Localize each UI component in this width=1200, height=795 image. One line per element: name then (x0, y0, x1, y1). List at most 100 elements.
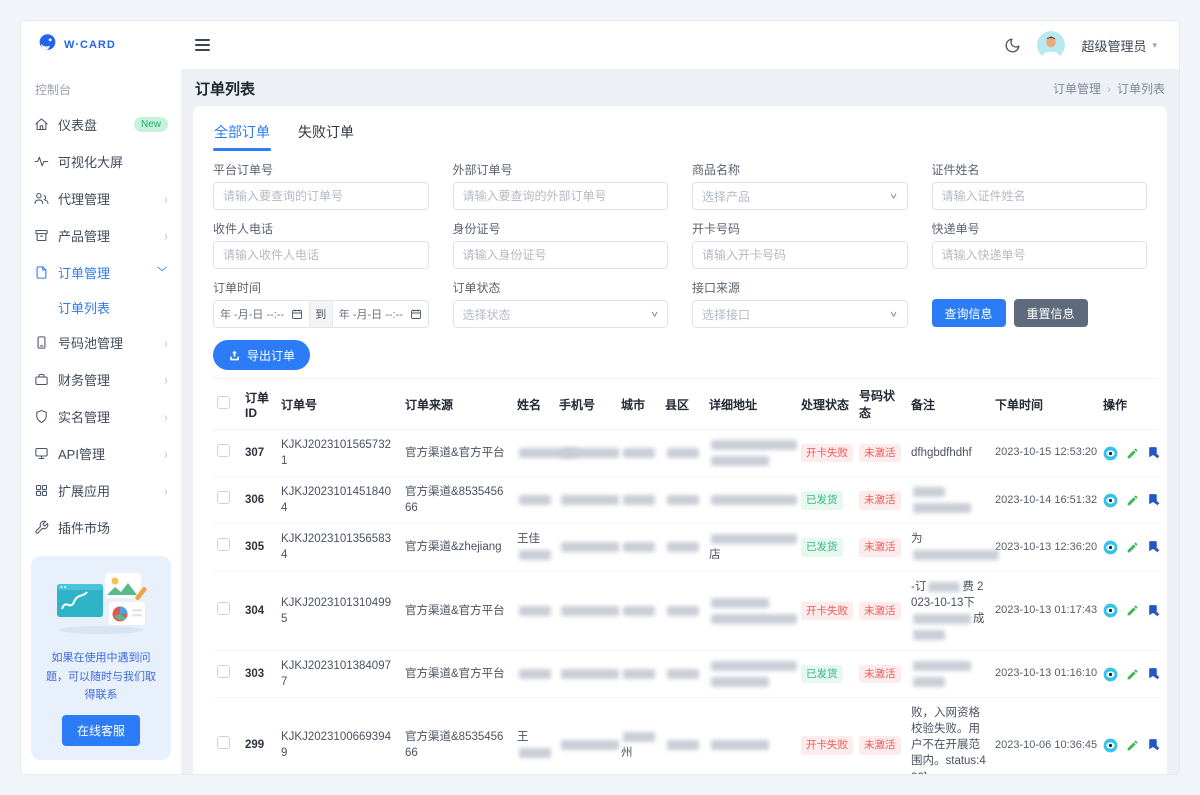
sidebar-item-wrench[interactable]: 插件市场 (21, 509, 181, 546)
redacted-text (711, 440, 797, 450)
row-checkbox[interactable] (217, 491, 230, 504)
remark: -订费 2023-10-13下成 (907, 571, 991, 650)
product-select[interactable]: 选择产品∨ (692, 182, 908, 210)
row-checkbox[interactable] (217, 538, 230, 551)
select-placeholder: 选择状态 (463, 306, 511, 323)
view-icon[interactable] (1103, 603, 1118, 618)
remark: 为 (907, 524, 991, 571)
export-row-icon[interactable] (1147, 446, 1160, 460)
edit-icon[interactable] (1126, 494, 1139, 507)
view-icon[interactable] (1103, 540, 1118, 555)
user-name[interactable]: 超级管理员 (1081, 36, 1146, 55)
address (705, 650, 797, 697)
order-time: 2023-10-13 01:17:43 (991, 571, 1099, 650)
reset-button[interactable]: 重置信息 (1014, 299, 1088, 327)
tab-failed-orders[interactable]: 失败订单 (297, 116, 355, 151)
search-button[interactable]: 查询信息 (932, 299, 1006, 327)
address (705, 571, 797, 650)
sidebar-item-box[interactable]: 产品管理› (21, 217, 181, 254)
chevron-down-icon: ∨ (650, 310, 659, 319)
external-order-no-input[interactable] (453, 182, 669, 210)
avatar[interactable] (1037, 31, 1065, 59)
order-id: 305 (241, 524, 277, 571)
redacted-text (667, 448, 699, 458)
sidebar-item-briefcase[interactable]: 财务管理› (21, 361, 181, 398)
redacted-text (623, 606, 655, 616)
online-support-button[interactable]: 在线客服 (62, 715, 140, 746)
order-id: 299 (241, 698, 277, 774)
api-source-select[interactable]: 选择接口∨ (692, 300, 908, 328)
process-status-badge: 开卡失败 (801, 602, 853, 621)
sidebar-item-monitor[interactable]: API管理› (21, 435, 181, 472)
top-header: W·CARD 超级管理员 ▾ (21, 21, 1179, 69)
export-row-icon[interactable] (1147, 540, 1160, 554)
phone (555, 524, 617, 571)
platform-order-no-input[interactable] (213, 182, 429, 210)
start-date-input[interactable]: 年 -月-日 --:-- (214, 301, 309, 327)
tab-all-orders[interactable]: 全部订单 (213, 116, 271, 151)
redacted-text (913, 661, 971, 671)
redacted-text (711, 534, 797, 544)
sidebar-item-shield[interactable]: 实名管理› (21, 398, 181, 435)
id-number-input[interactable] (453, 241, 669, 269)
redacted-text (711, 614, 797, 624)
recipient-name (513, 650, 555, 697)
order-time-range[interactable]: 年 -月-日 --:--到年 -月-日 --:-- (213, 300, 429, 328)
export-orders-button[interactable]: 导出订单 (213, 340, 310, 370)
edit-icon[interactable] (1126, 447, 1139, 460)
redacted-text (711, 598, 769, 608)
view-icon[interactable] (1103, 667, 1118, 682)
chevron-right-icon: › (164, 335, 167, 350)
city (617, 477, 661, 524)
table-row: 299KJKJ20231006693949官方渠道&853545666王州开卡失… (213, 698, 1159, 774)
sidebar-subitem-order-list[interactable]: 订单列表 (21, 291, 181, 324)
pulse-icon (34, 154, 49, 169)
column-header: 姓名 (513, 379, 555, 430)
card-number-input: 开卡号码 (692, 220, 908, 269)
export-row-icon[interactable] (1147, 604, 1160, 618)
redacted-text (561, 740, 619, 750)
export-row-icon[interactable] (1147, 667, 1160, 681)
view-icon[interactable] (1103, 738, 1118, 753)
redacted-text (561, 495, 619, 505)
recipient-phone-input[interactable] (213, 241, 429, 269)
row-checkbox[interactable] (217, 602, 230, 615)
row-checkbox[interactable] (217, 665, 230, 678)
menu-toggle-button[interactable] (195, 39, 210, 51)
edit-icon[interactable] (1126, 604, 1139, 617)
redacted-text (561, 606, 619, 616)
city (617, 571, 661, 650)
edit-icon[interactable] (1126, 668, 1139, 681)
breadcrumb-item-order-management[interactable]: 订单管理 (1053, 80, 1101, 97)
edit-icon[interactable] (1126, 739, 1139, 752)
sidebar-item-users[interactable]: 代理管理› (21, 180, 181, 217)
sidebar-item-label: 财务管理 (58, 370, 110, 389)
sidebar-item-file[interactable]: 订单管理﹀ (21, 254, 181, 291)
moon-icon[interactable] (1004, 37, 1021, 54)
card-number-input[interactable] (692, 241, 908, 269)
select-all-checkbox[interactable] (217, 396, 230, 409)
sidebar-item-home[interactable]: 仪表盘New (21, 106, 181, 143)
order-no: KJKJ20231014518404 (277, 477, 401, 524)
users-icon (34, 191, 49, 206)
export-row-icon[interactable] (1147, 493, 1160, 507)
column-header: 订单来源 (401, 379, 513, 430)
sidebar-item-sim[interactable]: 号码池管理› (21, 324, 181, 361)
row-checkbox[interactable] (217, 444, 230, 457)
end-date-input[interactable]: 年 -月-日 --:-- (333, 301, 428, 327)
edit-icon[interactable] (1126, 541, 1139, 554)
order-status-select[interactable]: 选择状态 ∨ (453, 300, 669, 328)
id-name-input[interactable] (932, 182, 1148, 210)
view-icon[interactable] (1103, 493, 1118, 508)
export-row-icon[interactable] (1147, 738, 1160, 752)
order-no: KJKJ20231013565834 (277, 524, 401, 571)
phone (555, 571, 617, 650)
row-checkbox[interactable] (217, 736, 230, 749)
order-no: KJKJ20231013104995 (277, 571, 401, 650)
sidebar-item-pulse[interactable]: 可视化大屏 (21, 143, 181, 180)
tracking-number-input[interactable] (932, 241, 1148, 269)
sidebar-item-grid[interactable]: 扩展应用› (21, 472, 181, 509)
view-icon[interactable] (1103, 446, 1118, 461)
redacted-text (913, 487, 945, 497)
redacted-text (561, 448, 619, 458)
